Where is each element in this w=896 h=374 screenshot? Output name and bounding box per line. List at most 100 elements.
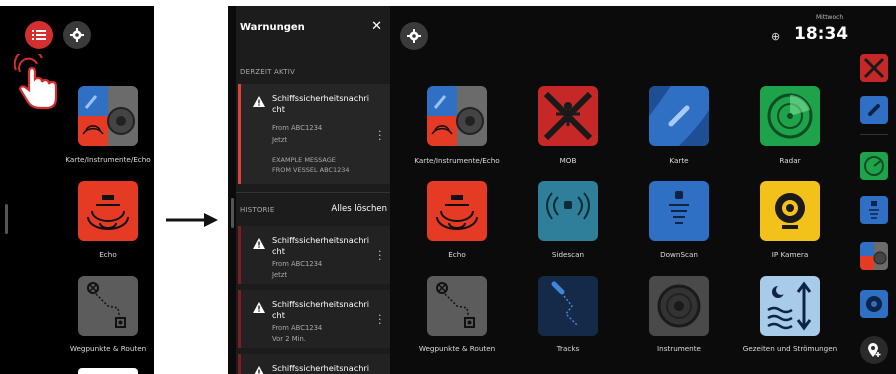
app-tile-mob[interactable] (538, 86, 598, 146)
warning-title: Schiffssicherheitsnachricht (272, 363, 370, 374)
warning-card-history[interactable]: Schiffssicherheitsnachricht From ABC1234… (238, 226, 390, 284)
app-label: Gezeiten und Strömungen (742, 344, 838, 353)
mob-icon (863, 57, 885, 79)
warnings-list-button[interactable] (25, 21, 53, 49)
chart-icon (868, 104, 880, 116)
divider (236, 192, 390, 193)
chart-icon (649, 86, 709, 146)
sidescan-icon (546, 192, 590, 220)
app-label: MOB (559, 156, 577, 165)
app-tile-sidescan[interactable] (538, 181, 598, 241)
app-tile-chart-instruments-echo[interactable] (78, 86, 138, 146)
app-label: Tracks (556, 344, 580, 353)
screenshot: Karte/Instrumente/Echo Echo Wegpunkte & … (0, 0, 896, 374)
echo-icon (436, 195, 478, 230)
transition-arrow-icon (166, 213, 218, 227)
settings-button[interactable] (400, 22, 428, 50)
warning-source: From ABC1234 (272, 260, 323, 268)
waypoints-routes-icon (87, 282, 126, 328)
sidebar-downscan[interactable] (860, 196, 888, 224)
app-tile-tracks[interactable] (538, 276, 598, 336)
warning-source: From ABC1234 (272, 324, 323, 332)
warning-time: Jetzt (272, 271, 288, 279)
chart-instruments-echo-icon (78, 86, 138, 146)
warning-message-line2: FROM VESSEL ABC1234 (272, 166, 350, 174)
warning-triangle-icon (253, 96, 265, 107)
list-icon (32, 30, 46, 40)
drawer-handle[interactable] (231, 198, 234, 228)
tracks-icon (551, 281, 579, 327)
sidebar-chart[interactable] (860, 96, 888, 124)
app-label: IP Kamera (771, 250, 809, 259)
app-label: Sidescan (551, 250, 585, 259)
app-label: Echo (99, 250, 117, 259)
warning-card-history[interactable]: Schiffssicherheitsnachricht From ABC1234… (238, 290, 390, 348)
globe-icon: ⊕ (771, 30, 781, 43)
app-label: Karte/Instrumente/Echo (414, 156, 500, 165)
warning-triangle-icon (254, 366, 264, 374)
panel-title: Warnungen (240, 22, 305, 33)
clock-day: Mittwoch (816, 14, 844, 21)
warning-time: Vor 2 Min. (272, 335, 306, 343)
gear-icon (70, 28, 84, 42)
section-active-label: DERZEIT AKTIV (240, 68, 296, 76)
warning-card-history[interactable]: Schiffssicherheitsnachricht (238, 354, 390, 374)
downscan-icon (869, 201, 879, 219)
warning-title: Schiffssicherheitsnachricht (272, 299, 370, 320)
section-history-label: HISTORIE (240, 206, 275, 214)
app-label: Wegpunkte & Routen (418, 344, 496, 353)
clear-all-button[interactable]: Alles löschen (331, 204, 387, 214)
app-label: Instrumente (657, 344, 701, 353)
waypoints-routes-icon (436, 282, 475, 328)
echo-icon (87, 195, 129, 230)
add-favorite-button[interactable] (860, 336, 888, 364)
warning-triangle-icon (253, 238, 265, 249)
close-icon[interactable]: ✕ (371, 19, 382, 34)
clock-time: 18:34 (794, 24, 849, 44)
sidebar-chart-instruments-echo[interactable] (860, 242, 888, 270)
warnings-panel: Warnungen ✕ DERZEIT AKTIV Schiffssicherh… (236, 6, 390, 374)
app-tile-waypoints-routes[interactable] (78, 276, 138, 336)
gear-icon (407, 29, 421, 43)
more-options-icon[interactable]: · · · (378, 246, 382, 265)
app-tile-partial[interactable] (78, 368, 138, 374)
app-tile-chart[interactable] (649, 86, 709, 146)
drawer-handle[interactable] (5, 204, 8, 234)
app-label: Radar (779, 156, 801, 165)
more-options-icon[interactable]: · · · (378, 310, 382, 329)
app-label: Karte/Instrumente/Echo (65, 155, 151, 164)
radar-icon (767, 93, 813, 139)
app-tile-downscan[interactable] (649, 181, 709, 241)
sidebar-settings[interactable] (860, 290, 888, 318)
app-tile-radar[interactable] (760, 86, 820, 146)
app-tile-ip-camera[interactable] (760, 181, 820, 241)
more-options-icon[interactable]: · · · (378, 126, 382, 145)
app-tile-echo[interactable] (78, 181, 138, 241)
home-screen-before: Karte/Instrumente/Echo Echo Wegpunkte & … (0, 6, 154, 374)
app-tile-tides-currents[interactable] (760, 276, 820, 336)
sidebar-mob[interactable] (860, 54, 888, 82)
add-location-icon (868, 343, 881, 357)
settings-button[interactable] (63, 21, 91, 49)
app-tile-instruments[interactable] (649, 276, 709, 336)
warning-source: From ABC1234 (272, 124, 323, 132)
sidebar-radar[interactable] (860, 152, 888, 180)
app-tile-waypoints-routes[interactable] (427, 276, 487, 336)
app-label: Wegpunkte & Routen (69, 344, 147, 353)
warning-message-line1: EXAMPLE MESSAGE (272, 156, 336, 164)
mob-icon (543, 91, 593, 141)
radar-icon (864, 156, 884, 176)
app-label: Echo (448, 250, 466, 259)
ip-camera-icon (775, 193, 805, 229)
downscan-icon (669, 191, 689, 224)
warning-card-active[interactable]: Schiffssicherheitsnachricht From ABC1234… (238, 84, 390, 184)
sidebar-divider (860, 134, 888, 135)
chart-instruments-echo-icon (860, 242, 888, 270)
app-tile-echo[interactable] (427, 181, 487, 241)
warning-title: Schiffssicherheitsnachricht (272, 93, 370, 114)
app-tile-chart-instruments-echo[interactable] (427, 86, 487, 146)
warning-triangle-icon (253, 302, 265, 313)
app-label: DownScan (660, 250, 698, 259)
tap-hand-icon (14, 54, 58, 110)
chart-instruments-echo-icon (427, 86, 487, 146)
